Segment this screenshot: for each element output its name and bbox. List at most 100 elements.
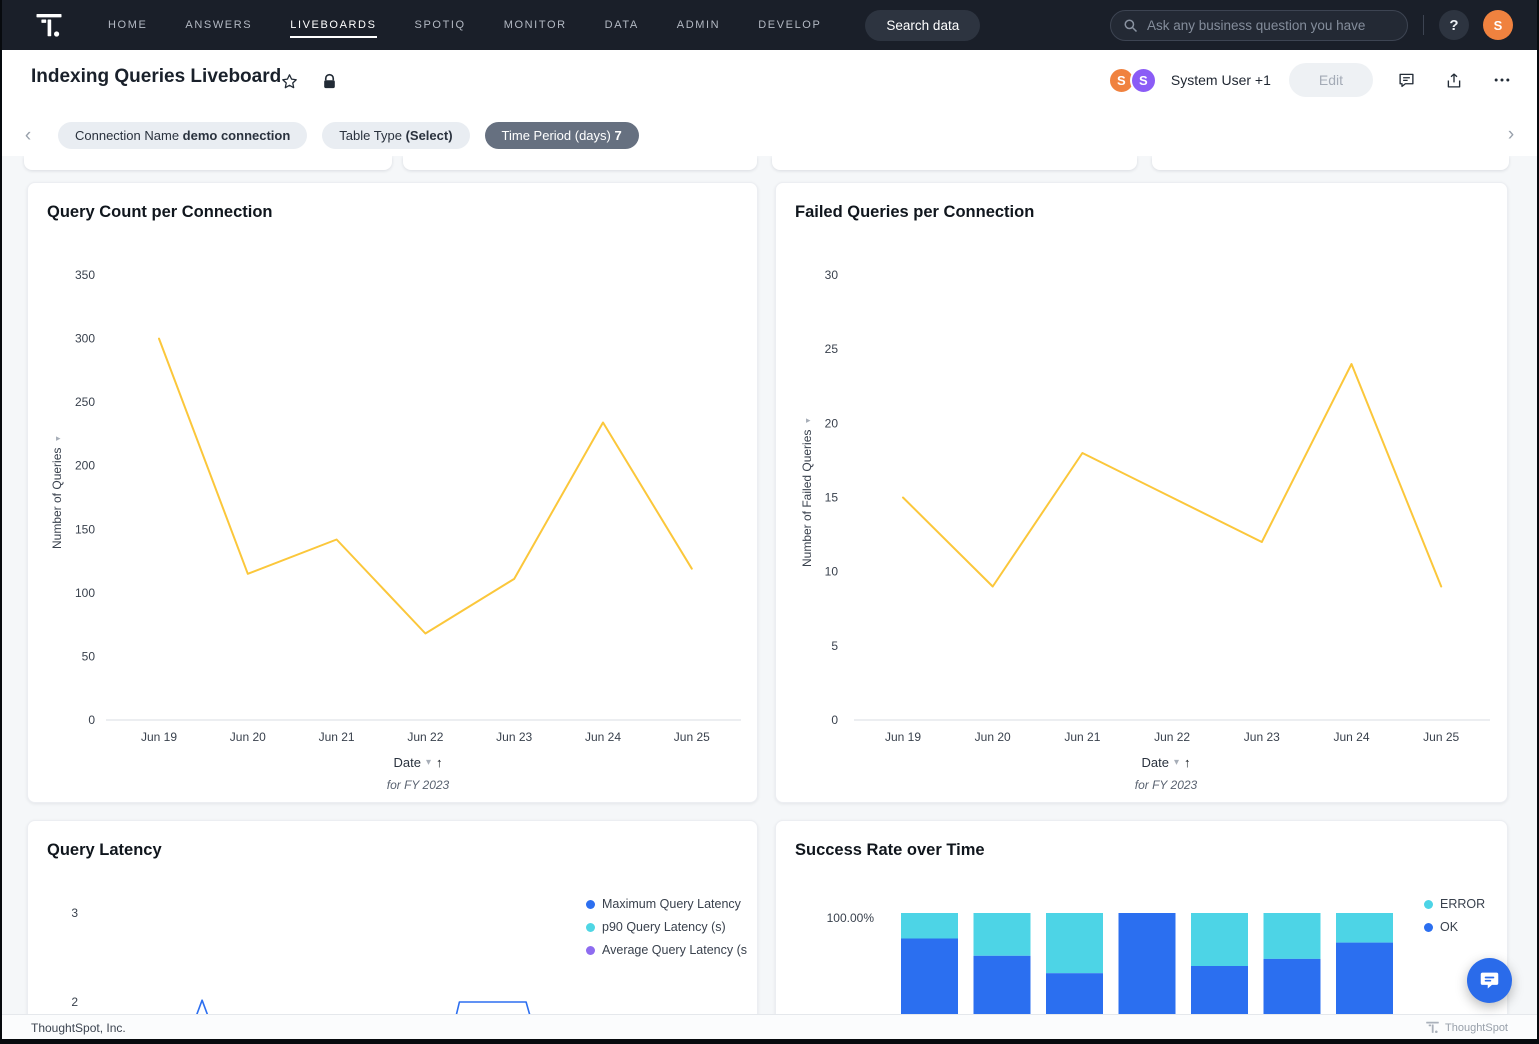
y-tick-label: 5: [831, 639, 838, 653]
search-data-button[interactable]: Search data: [865, 10, 980, 41]
viz-title[interactable]: Query Latency: [47, 841, 162, 860]
nav-item-monitor[interactable]: MONITOR: [504, 13, 567, 38]
search-icon: [1123, 18, 1138, 33]
x-axis-label[interactable]: Date: [1142, 755, 1169, 770]
viz-card-query-count: Query Count per Connection ▸ Number of Q…: [27, 182, 758, 803]
sort-ascending-icon[interactable]: ↑: [436, 755, 443, 770]
y-tick-label: 350: [75, 268, 95, 282]
share-button[interactable]: [1439, 65, 1469, 95]
y-tick-label: 150: [75, 522, 95, 536]
filter-pill[interactable]: Time Period (days) 7: [485, 122, 639, 149]
viz-title[interactable]: Query Count per Connection: [47, 203, 273, 222]
ask-question-input[interactable]: [1110, 10, 1408, 41]
share-icon: [1445, 71, 1463, 90]
x-axis-note: for FY 2023: [106, 778, 730, 792]
user-avatar[interactable]: S: [1483, 10, 1513, 40]
lock-button[interactable]: [314, 66, 344, 96]
viz-card-success-rate: Success Rate over Time ERROROK 100.00%: [775, 820, 1508, 1030]
x-tick-label: Jun 24: [585, 730, 621, 743]
y-tick-label: 0: [831, 713, 838, 727]
chat-bubble-icon: [1479, 970, 1500, 991]
nav-item-data[interactable]: DATA: [605, 13, 639, 38]
sort-ascending-icon[interactable]: ↑: [1184, 755, 1191, 770]
line-chart-plot[interactable]: 050100150200250300350Jun 19Jun 20Jun 21J…: [28, 183, 758, 743]
topnav-right-cluster: ? S: [1110, 10, 1513, 41]
x-tick-label: Jun 19: [885, 730, 921, 743]
legend-item[interactable]: Average Query Latency (s: [586, 943, 747, 957]
nav-item-home[interactable]: HOME: [108, 13, 147, 38]
bar-segment-error[interactable]: [974, 913, 1031, 956]
truncated-card: [1152, 156, 1509, 170]
shared-users-label[interactable]: System User +1: [1171, 72, 1271, 88]
more-options-button[interactable]: [1487, 65, 1517, 95]
x-tick-label: Jun 20: [230, 730, 266, 743]
star-icon: [281, 73, 298, 90]
x-tick-label: Jun 20: [975, 730, 1011, 743]
liveboard-header: Indexing Queries Liveboard SS System Use…: [0, 50, 1539, 156]
legend-dot-icon: [1424, 900, 1433, 909]
shared-user-avatar[interactable]: S: [1130, 67, 1157, 94]
filter-pill[interactable]: Connection Name demo connection: [58, 122, 307, 149]
thoughtspot-logo-icon[interactable]: [36, 13, 62, 38]
window-edge: [0, 1039, 1539, 1044]
bar-segment-error[interactable]: [1191, 913, 1248, 966]
legend-item[interactable]: ERROR: [1424, 897, 1485, 911]
more-dots-icon: [1492, 70, 1512, 90]
x-axis-label-block: Date ▾ ↑: [854, 755, 1478, 770]
viz-title[interactable]: Failed Queries per Connection: [795, 203, 1034, 222]
legend-item[interactable]: p90 Query Latency (s): [586, 920, 747, 934]
truncated-card: [772, 156, 1137, 170]
chart-legend: Maximum Query Latency p90 Query Latency (…: [586, 897, 747, 957]
y-tick-label: 300: [75, 332, 95, 346]
bar-segment-error[interactable]: [1336, 913, 1393, 943]
comments-button[interactable]: [1391, 65, 1421, 95]
x-tick-label: Jun 25: [1423, 730, 1459, 743]
chat-widget-button[interactable]: [1467, 958, 1512, 1003]
lock-icon: [322, 73, 337, 90]
legend-item[interactable]: Maximum Query Latency: [586, 897, 747, 911]
nav-item-develop[interactable]: DEVELOP: [758, 13, 821, 38]
chevron-left-icon[interactable]: ‹: [16, 125, 40, 147]
window-edge: [0, 0, 2, 1044]
bar-segment-ok[interactable]: [1119, 913, 1176, 1030]
help-button[interactable]: ?: [1439, 10, 1469, 40]
series-line: [903, 364, 1441, 587]
bar-segment-error[interactable]: [1046, 913, 1103, 973]
x-tick-label: Jun 24: [1333, 730, 1369, 743]
comment-icon: [1397, 71, 1416, 89]
y-tick-label: 20: [825, 416, 839, 430]
legend-item[interactable]: OK: [1424, 920, 1485, 934]
favorite-button[interactable]: [274, 66, 304, 96]
footer-brand: ThoughtSpot: [1426, 1021, 1508, 1034]
filter-bar: ‹ Connection Name demo connection Table T…: [16, 122, 639, 149]
viz-card-query-latency: Query Latency Maximum Query Latency p90 Q…: [27, 820, 758, 1030]
y-tick-label: 30: [825, 268, 839, 282]
chevron-right-icon[interactable]: ›: [1499, 124, 1523, 146]
legend-label: OK: [1440, 920, 1458, 934]
viz-title[interactable]: Success Rate over Time: [795, 841, 985, 860]
line-chart-plot[interactable]: 051015202530Jun 19Jun 20Jun 21Jun 22Jun …: [776, 183, 1508, 743]
bar-segment-error[interactable]: [1264, 913, 1321, 959]
nav-item-admin[interactable]: ADMIN: [677, 13, 720, 38]
ask-question-search[interactable]: [1110, 10, 1408, 41]
y-tick-label: 25: [825, 342, 839, 356]
y-tick-label: 10: [825, 565, 839, 579]
series-line: [159, 339, 692, 634]
header-actions: SS System User +1 Edit: [1108, 63, 1517, 97]
y-tick-label: 100: [75, 586, 95, 600]
bar-segment-error[interactable]: [901, 913, 958, 939]
filter-pill[interactable]: Table Type (Select): [322, 122, 469, 149]
edit-button[interactable]: Edit: [1289, 63, 1373, 97]
x-tick-label: Jun 22: [407, 730, 443, 743]
sort-caret-icon[interactable]: ▾: [426, 757, 431, 768]
y-tick-label: 200: [75, 459, 95, 473]
x-axis-label[interactable]: Date: [394, 755, 421, 770]
y-tick-label: 50: [82, 649, 96, 663]
y-tick-label: 15: [825, 491, 839, 505]
nav-item-liveboards[interactable]: LIVEBOARDS: [290, 13, 376, 38]
nav-item-answers[interactable]: ANSWERS: [185, 13, 252, 38]
legend-dot-icon: [586, 923, 595, 932]
top-nav: HOME ANSWERS LIVEBOARDS SPOTIQ MONITOR DATA AD…: [0, 0, 1539, 50]
nav-item-spotiq[interactable]: SPOTIQ: [415, 13, 466, 38]
sort-caret-icon[interactable]: ▾: [1174, 757, 1179, 768]
